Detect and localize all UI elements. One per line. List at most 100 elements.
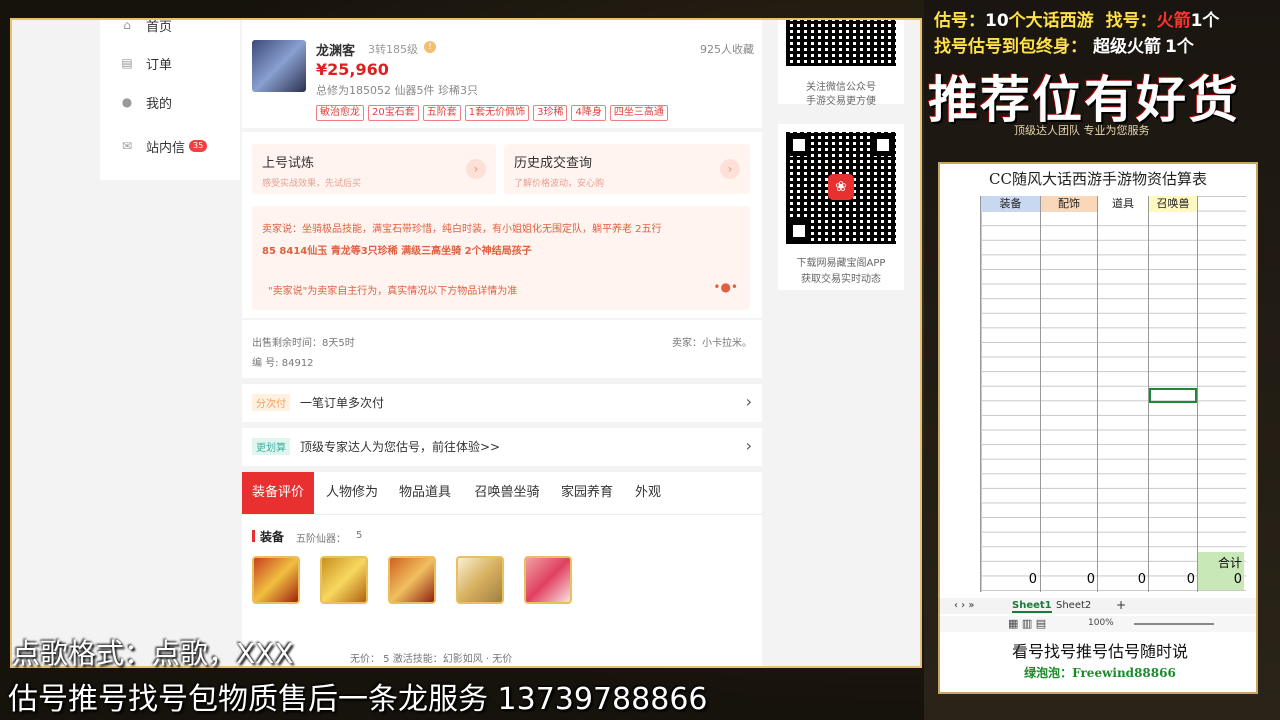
favorites-count: 925人收藏	[700, 43, 754, 56]
user-icon: ●	[121, 95, 133, 109]
nav-item-orders[interactable]: ▤ 订单	[100, 48, 240, 78]
wechat-qr-code	[786, 20, 896, 66]
sale-info-card: 出售剩余时间：8天5时 卖家：小卡拉米。 编 号: 84912	[242, 320, 762, 378]
tab-home[interactable]: 家园养育	[554, 472, 620, 514]
nav-item-home[interactable]: ⌂ 首页	[100, 18, 240, 40]
header-pets: 召唤兽	[1149, 196, 1197, 212]
total-pets: 0	[1186, 572, 1195, 587]
view-mode-icons[interactable]: ▦ ▥ ▤	[1008, 617, 1046, 630]
seller-says-box: 卖家说：坐骑极品技能，满宝石带珍惜，纯白时装，有小姐姐化无围定队，躺平养老 2五…	[252, 206, 750, 310]
total-accessories: 0	[1086, 572, 1095, 587]
chevron-right-icon: ›	[745, 392, 752, 411]
tab-sheet1[interactable]: Sheet1	[1012, 600, 1052, 613]
installment-text: 一笔订单多次付	[300, 396, 385, 410]
order-icon: ▤	[121, 56, 133, 70]
character-avatar[interactable]	[252, 40, 306, 92]
tag: 五阶套	[422, 105, 461, 121]
estimate-row[interactable]: 更划算 顶级专家达人为您估号，前往体验>> ›	[242, 428, 762, 466]
overlay-service-line: 估号推号找号包物质售后一条龙服务 13739788866	[8, 682, 708, 717]
tag: 20宝石套	[368, 105, 419, 121]
equipment-sub: 五阶仙器：	[296, 534, 346, 545]
sheet-grid	[980, 196, 1246, 592]
chevron-right-icon: ›	[466, 159, 486, 179]
seller-card: 上号试炼 感受实战效果，先试后买 › 历史成交查询 了解价格波动，安心购 › 卖…	[242, 132, 762, 318]
qr-app-card: ❀ 下载网易藏宝阁APP 获取交易实时动态	[778, 124, 904, 290]
add-sheet-icon[interactable]: +	[1116, 598, 1126, 612]
sheet-title: CC随风大话西游手游物资估算表	[989, 170, 1207, 188]
equipment-row2: 无价： 5 激活技能：幻影如风 · 无价	[350, 654, 513, 665]
character-name: 龙渊客	[316, 44, 356, 59]
sheet-nav-arrows[interactable]: ‹ › »	[954, 600, 974, 611]
app-logo-icon: ❀	[828, 174, 854, 200]
promo-line-1: 估号：10个大话西游 找号：火箭1个	[934, 11, 1220, 31]
tab-equipment[interactable]: 装备评价	[242, 472, 314, 514]
total-items: 0	[1137, 572, 1146, 587]
tag: 1套无价佩饰	[464, 105, 530, 121]
more-dots-icon[interactable]: •●•	[713, 280, 738, 294]
section-marker	[252, 530, 255, 542]
installment-badge: 分次付	[252, 394, 290, 411]
selected-cell[interactable]	[1149, 388, 1197, 403]
installment-row[interactable]: 分次付 一笔订单多次付 ›	[242, 384, 762, 422]
time-left: 出售剩余时间：8天5时	[252, 338, 355, 349]
seller-says-line1: 卖家说：坐骑极品技能，满宝石带珍惜，纯白时装，有小姐姐化无围定队，躺平养老 2五…	[262, 224, 662, 235]
chevron-right-icon: ›	[720, 159, 740, 179]
browser-window: ⌂ 首页 ▤ 订单 ● 我的 ✉ 站内信 35 龙渊客 3转185级 ! 925…	[10, 18, 922, 668]
tab-pets[interactable]: 召唤兽坐骑	[466, 472, 548, 514]
detail-card: 装备评价 人物修为 物品道具 召唤兽坐骑 家园养育 外观 装备 五阶仙器： 5 …	[242, 472, 762, 666]
character-level: 3转185级	[368, 43, 418, 56]
estimate-text: 顶级专家达人为您估号，前往体验>>	[300, 440, 501, 454]
qr-wechat-card: 关注微信公众号 手游交易更方便	[778, 20, 904, 107]
zoom-slider[interactable]	[1134, 623, 1214, 625]
total-equipment: 0	[1028, 572, 1037, 587]
trial-button[interactable]: 上号试炼 感受实战效果，先试后买 ›	[252, 144, 496, 194]
tag: 3珍稀	[533, 105, 568, 121]
zoom-level: 100%	[1088, 618, 1114, 628]
note-line-1: 看号找号推号估号随时说	[1011, 642, 1188, 661]
listing-price: ¥25,960	[316, 60, 389, 79]
header-equipment: 装备	[981, 196, 1040, 212]
equipment-weapon-icon[interactable]	[456, 556, 504, 604]
tag: 四坐三高通	[609, 105, 668, 121]
total-all: 0	[1233, 572, 1242, 587]
info-icon[interactable]: !	[424, 41, 436, 53]
estimate-spreadsheet: CC随风大话西游手游物资估算表 装备 配饰 道具 召唤兽 合计 0 0 0 0 …	[938, 162, 1258, 694]
sheet-status-bar: ▦ ▥ ▤ 100%	[940, 616, 1256, 632]
equipment-armor-icon[interactable]	[252, 556, 300, 604]
tag: 4降身	[571, 105, 606, 121]
seller-says-disclaimer: "卖家说"为卖家自主行为，真实情况以下方物品详情为准	[268, 286, 518, 297]
listing-card: 龙渊客 3转185级 ! 925人收藏 ¥25,960 总修为185052 仙器…	[242, 20, 762, 128]
seller-says-line2: 85 8414仙玉 青龙等3只珍稀 满级三高坐骑 2个神结局孩子	[262, 246, 532, 257]
left-nav: ⌂ 首页 ▤ 订单 ● 我的 ✉ 站内信 35	[100, 20, 240, 180]
promo-line-2: 找号估号到包终身： 超级火箭 1个	[934, 37, 1194, 57]
estimate-badge: 更划算	[252, 438, 290, 455]
mail-icon: ✉	[121, 139, 133, 153]
equipment-helmet-icon[interactable]	[320, 556, 368, 604]
tab-character[interactable]: 人物修为	[320, 472, 384, 514]
serial-number: 编 号: 84912	[252, 358, 314, 369]
tag: 敏治愈龙	[316, 105, 364, 121]
qr-finder	[872, 134, 894, 156]
tab-items[interactable]: 物品道具	[392, 472, 458, 514]
nav-item-mine[interactable]: ● 我的	[100, 87, 240, 117]
equipment-belt-icon[interactable]	[524, 556, 572, 604]
history-button[interactable]: 历史成交查询 了解价格波动，安心购 ›	[504, 144, 750, 194]
home-icon: ⌂	[123, 18, 131, 32]
total-label: 合计	[1217, 556, 1242, 570]
sheet-tab-bar: ‹ › » Sheet1 Sheet2 +	[940, 598, 1256, 614]
divider	[242, 514, 762, 515]
qr-finder	[788, 134, 810, 156]
seller-name: 卖家：小卡拉米。	[672, 338, 752, 349]
message-count-badge: 35	[189, 140, 208, 152]
chevron-right-icon: ›	[745, 436, 752, 455]
nav-item-messages[interactable]: ✉ 站内信 35	[100, 131, 240, 161]
header-items: 道具	[1098, 196, 1148, 212]
overlay-song-format: 点歌格式：点歌，XXX	[12, 637, 294, 670]
header-accessories: 配饰	[1041, 196, 1097, 212]
listing-tags: 敏治愈龙 20宝石套 五阶套 1套无价佩饰 3珍稀 4降身 四坐三高通	[316, 100, 672, 121]
tab-sheet2[interactable]: Sheet2	[1056, 600, 1091, 611]
tab-appearance[interactable]: 外观	[626, 472, 670, 514]
listing-stats: 总修为185052 仙器5件 珍稀3只	[316, 84, 478, 97]
equipment-necklace-icon[interactable]	[388, 556, 436, 604]
equipment-count: 5	[356, 530, 363, 541]
